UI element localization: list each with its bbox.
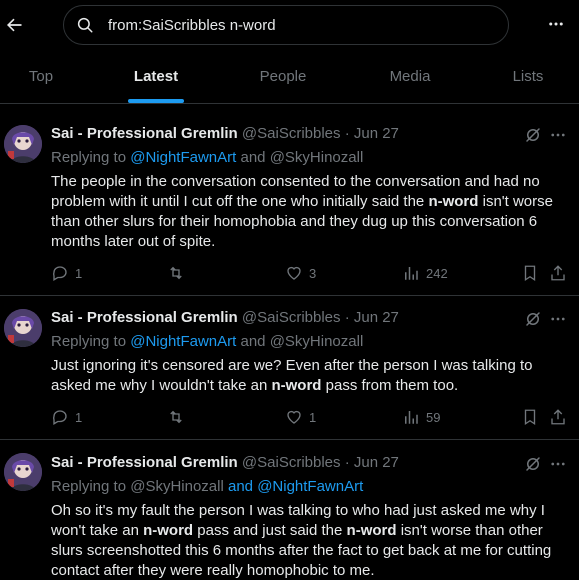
views-button[interactable]: 242	[402, 263, 448, 283]
grok-icon[interactable]	[523, 125, 543, 145]
like-icon	[285, 264, 303, 282]
repost-icon	[166, 408, 186, 426]
tab-bar: Top Latest People Media Lists	[0, 50, 579, 104]
like-button[interactable]: 3	[285, 263, 316, 283]
search-box[interactable]: from:SaiScribbles n-word	[63, 5, 509, 45]
separator: ·	[344, 454, 350, 471]
mention-link[interactable]: @SkyHinozall	[130, 478, 224, 495]
tab-lists[interactable]: Lists	[487, 50, 569, 103]
tab-media[interactable]: Media	[367, 50, 453, 103]
views-icon	[402, 264, 420, 282]
avatar[interactable]	[4, 125, 42, 163]
tweet-actions: 1 1 59	[51, 407, 571, 427]
mention-link[interactable]: @NightFawnArt	[130, 333, 236, 350]
tweet-text: Just ignoring it's censored are we? Even…	[51, 357, 533, 394]
views-icon	[402, 408, 420, 426]
timestamp[interactable]: Jun 27	[354, 309, 399, 326]
share-icon	[549, 264, 567, 282]
tweet-header: Sai - Professional Gremlin @SaiScribbles…	[51, 308, 399, 328]
mention-link[interactable]: @NightFawnArt	[130, 149, 236, 166]
tweet-header: Sai - Professional Gremlin @SaiScribbles…	[51, 453, 399, 473]
tweet-text: The people in the conversation consented…	[51, 173, 553, 250]
separator: ·	[344, 309, 350, 326]
like-icon	[285, 408, 303, 426]
like-button[interactable]: 1	[285, 407, 316, 427]
replying-to: Replying to @NightFawnArt and @SkyHinoza…	[51, 149, 364, 166]
share-icon	[549, 408, 567, 426]
bookmark-icon	[521, 264, 539, 282]
handle[interactable]: @SaiScribbles	[242, 454, 341, 471]
bookmark-button[interactable]	[521, 263, 539, 283]
ellipsis-icon[interactable]	[548, 454, 568, 474]
timestamp[interactable]: Jun 27	[354, 454, 399, 471]
mention-link[interactable]: @SkyHinozall	[270, 149, 364, 166]
reply-icon	[51, 408, 69, 426]
tab-people[interactable]: People	[240, 50, 326, 103]
tweet[interactable]: Sai - Professional Gremlin @SaiScribbles…	[0, 441, 579, 580]
replying-to: Replying to @NightFawnArt and @SkyHinoza…	[51, 333, 364, 350]
ellipsis-icon[interactable]	[548, 125, 568, 145]
top-bar: from:SaiScribbles n-word	[0, 0, 579, 50]
display-name[interactable]: Sai - Professional Gremlin	[51, 309, 238, 326]
tab-latest[interactable]: Latest	[113, 50, 199, 103]
mention-link[interactable]: @NightFawnArt	[257, 478, 363, 495]
tweet-actions: 1 3 242	[51, 263, 571, 283]
tweet[interactable]: Sai - Professional Gremlin @SaiScribbles…	[0, 297, 579, 440]
mention-link[interactable]: @SkyHinozall	[270, 333, 364, 350]
share-button[interactable]	[549, 407, 567, 427]
repost-icon	[166, 264, 186, 282]
separator: ·	[344, 125, 350, 142]
search-input[interactable]: from:SaiScribbles n-word	[108, 17, 276, 34]
repost-button[interactable]	[166, 407, 192, 427]
reply-button[interactable]: 1	[51, 407, 82, 427]
search-icon	[76, 16, 94, 34]
active-tab-indicator	[128, 99, 184, 103]
views-button[interactable]: 59	[402, 407, 440, 427]
back-arrow-icon[interactable]	[0, 8, 28, 42]
timestamp[interactable]: Jun 27	[354, 125, 399, 142]
ellipsis-icon[interactable]	[548, 309, 568, 329]
tweet-text: Oh so it's my fault the person I was tal…	[51, 502, 552, 579]
tweet[interactable]: Sai - Professional Gremlin @SaiScribbles…	[0, 105, 579, 296]
grok-icon[interactable]	[523, 309, 543, 329]
reply-button[interactable]: 1	[51, 263, 82, 283]
bookmark-button[interactable]	[521, 407, 539, 427]
avatar[interactable]	[4, 453, 42, 491]
handle[interactable]: @SaiScribbles	[242, 309, 341, 326]
display-name[interactable]: Sai - Professional Gremlin	[51, 125, 238, 142]
avatar[interactable]	[4, 309, 42, 347]
bookmark-icon	[521, 408, 539, 426]
more-icon[interactable]	[546, 14, 566, 34]
grok-icon[interactable]	[523, 454, 543, 474]
tab-top[interactable]: Top	[0, 50, 82, 103]
handle[interactable]: @SaiScribbles	[242, 125, 341, 142]
display-name[interactable]: Sai - Professional Gremlin	[51, 454, 238, 471]
replying-to: Replying to @SkyHinozall and @NightFawnA…	[51, 478, 364, 495]
share-button[interactable]	[549, 263, 567, 283]
repost-button[interactable]	[166, 263, 192, 283]
tweet-header: Sai - Professional Gremlin @SaiScribbles…	[51, 124, 399, 144]
reply-icon	[51, 264, 69, 282]
